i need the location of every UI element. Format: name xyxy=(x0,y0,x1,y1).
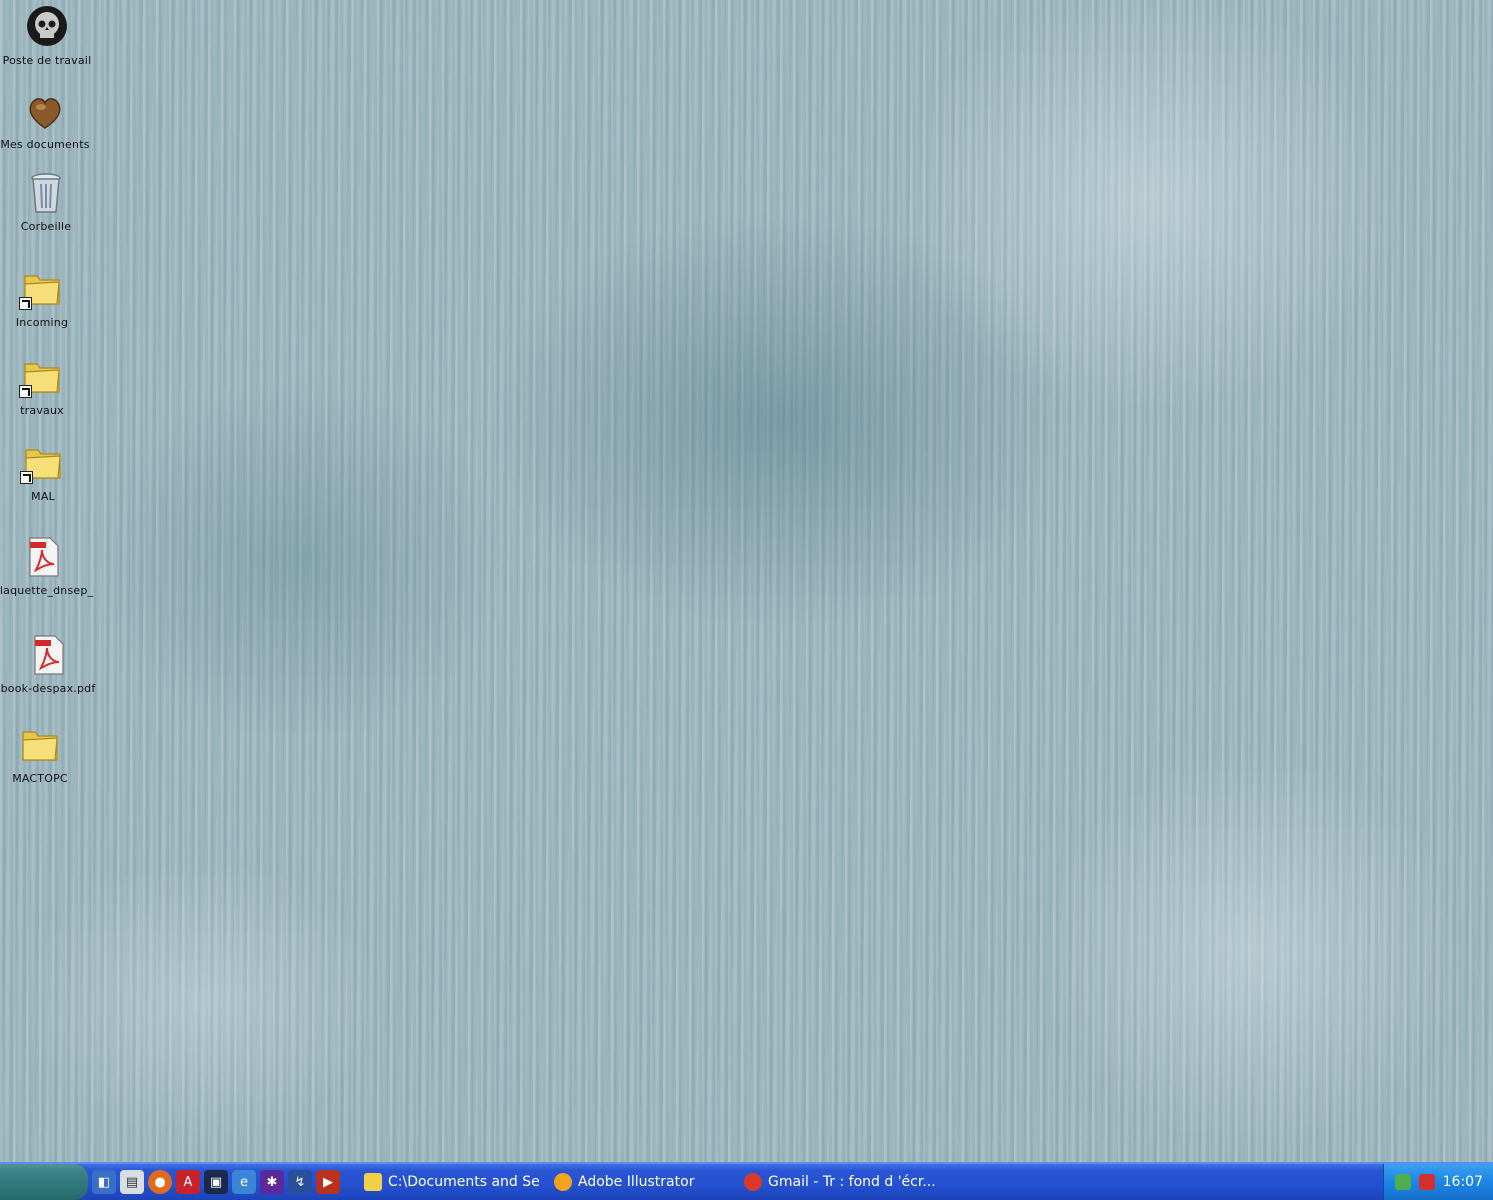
desktop-icon-label: MAL xyxy=(31,490,55,503)
system-tray: 16:07 xyxy=(1383,1164,1493,1200)
task-button-gmail[interactable]: Gmail - Tr : fond d 'écr... xyxy=(736,1168,950,1196)
folder-icon xyxy=(364,1173,382,1191)
desktop-icon-label: Mes documents xyxy=(0,138,90,151)
desktop-icon-mal[interactable]: MAL xyxy=(0,440,93,503)
media-icon[interactable]: ▶ xyxy=(316,1170,340,1194)
desktop-icon-label: Corbeille xyxy=(20,220,72,233)
network-icon[interactable] xyxy=(1394,1174,1411,1190)
desktop-icon-corbeille[interactable]: Corbeille xyxy=(0,170,96,233)
illustrator-icon xyxy=(554,1173,572,1191)
task-button-label: Adobe Illustrator xyxy=(578,1174,695,1190)
desktop-icon-book-despax[interactable]: book-despax.pdf xyxy=(0,632,98,695)
quicklaunch-bar: ◧ ▤ ● A ▣ e ✱ ↯ ▶ xyxy=(92,1170,340,1194)
file-icon[interactable]: ▤ xyxy=(120,1170,144,1194)
taskbar: ◧ ▤ ● A ▣ e ✱ ↯ ▶ C:\Documents and Se...… xyxy=(0,1162,1493,1200)
folder-shortcut-icon xyxy=(19,266,65,312)
start-button[interactable] xyxy=(0,1164,88,1200)
desktop-icon[interactable]: ◧ xyxy=(92,1170,116,1194)
desktop-icon-label: MACTOPC xyxy=(12,772,68,785)
task-button-label: Gmail - Tr : fond d 'écr... xyxy=(768,1174,936,1190)
desktop-icon-incoming[interactable]: Incoming xyxy=(0,266,92,329)
heart-folder-icon xyxy=(22,88,68,134)
folder-shortcut-icon xyxy=(19,354,65,400)
skull-icon xyxy=(24,4,70,50)
firefox-icon[interactable]: ● xyxy=(148,1170,172,1194)
desktop-icon-label: book-despax.pdf xyxy=(0,682,96,695)
pdf-file-icon xyxy=(25,632,71,678)
task-button-label: C:\Documents and Se... xyxy=(388,1174,540,1190)
desktop-icon-poste-de-travail[interactable]: Poste de travail xyxy=(0,4,97,67)
acrobat-icon[interactable]: A xyxy=(176,1170,200,1194)
desktop-icon-mes-documents[interactable]: Mes documents xyxy=(0,88,95,151)
desktop-icon-label: travaux xyxy=(20,404,64,417)
recycle-bin-icon xyxy=(23,170,69,216)
app-icon[interactable]: ✱ xyxy=(260,1170,284,1194)
desktop-icon-plaquette-dnsep[interactable]: plaquette_dnsep_ xyxy=(0,534,93,597)
tool-icon[interactable]: ↯ xyxy=(288,1170,312,1194)
folder-shortcut-icon xyxy=(20,440,66,486)
shortcut-arrow-icon xyxy=(19,297,32,310)
desktop-icon-label: Poste de travail xyxy=(2,54,92,67)
pdf-file-icon xyxy=(20,534,66,580)
desktop-icon-label: Incoming xyxy=(15,316,69,329)
firefox-icon xyxy=(744,1173,762,1191)
folder-icon xyxy=(17,722,63,768)
antivirus-icon[interactable] xyxy=(1418,1174,1435,1190)
task-button-illustrator[interactable]: Adobe Illustrator xyxy=(546,1168,730,1196)
ie-icon[interactable]: e xyxy=(232,1170,256,1194)
clock[interactable]: 16:07 xyxy=(1443,1174,1483,1190)
desktop-icon-label: plaquette_dnsep_ xyxy=(0,584,94,597)
shortcut-arrow-icon xyxy=(19,385,32,398)
desktop-icon-travaux[interactable]: travaux xyxy=(0,354,92,417)
task-button-explorer[interactable]: C:\Documents and Se... xyxy=(356,1168,540,1196)
shortcut-arrow-icon xyxy=(20,471,33,484)
desktop-icon-mactopc[interactable]: MACTOPC xyxy=(0,722,90,785)
window-icon[interactable]: ▣ xyxy=(204,1170,228,1194)
task-buttons: C:\Documents and Se... Adobe Illustrator… xyxy=(356,1168,950,1196)
